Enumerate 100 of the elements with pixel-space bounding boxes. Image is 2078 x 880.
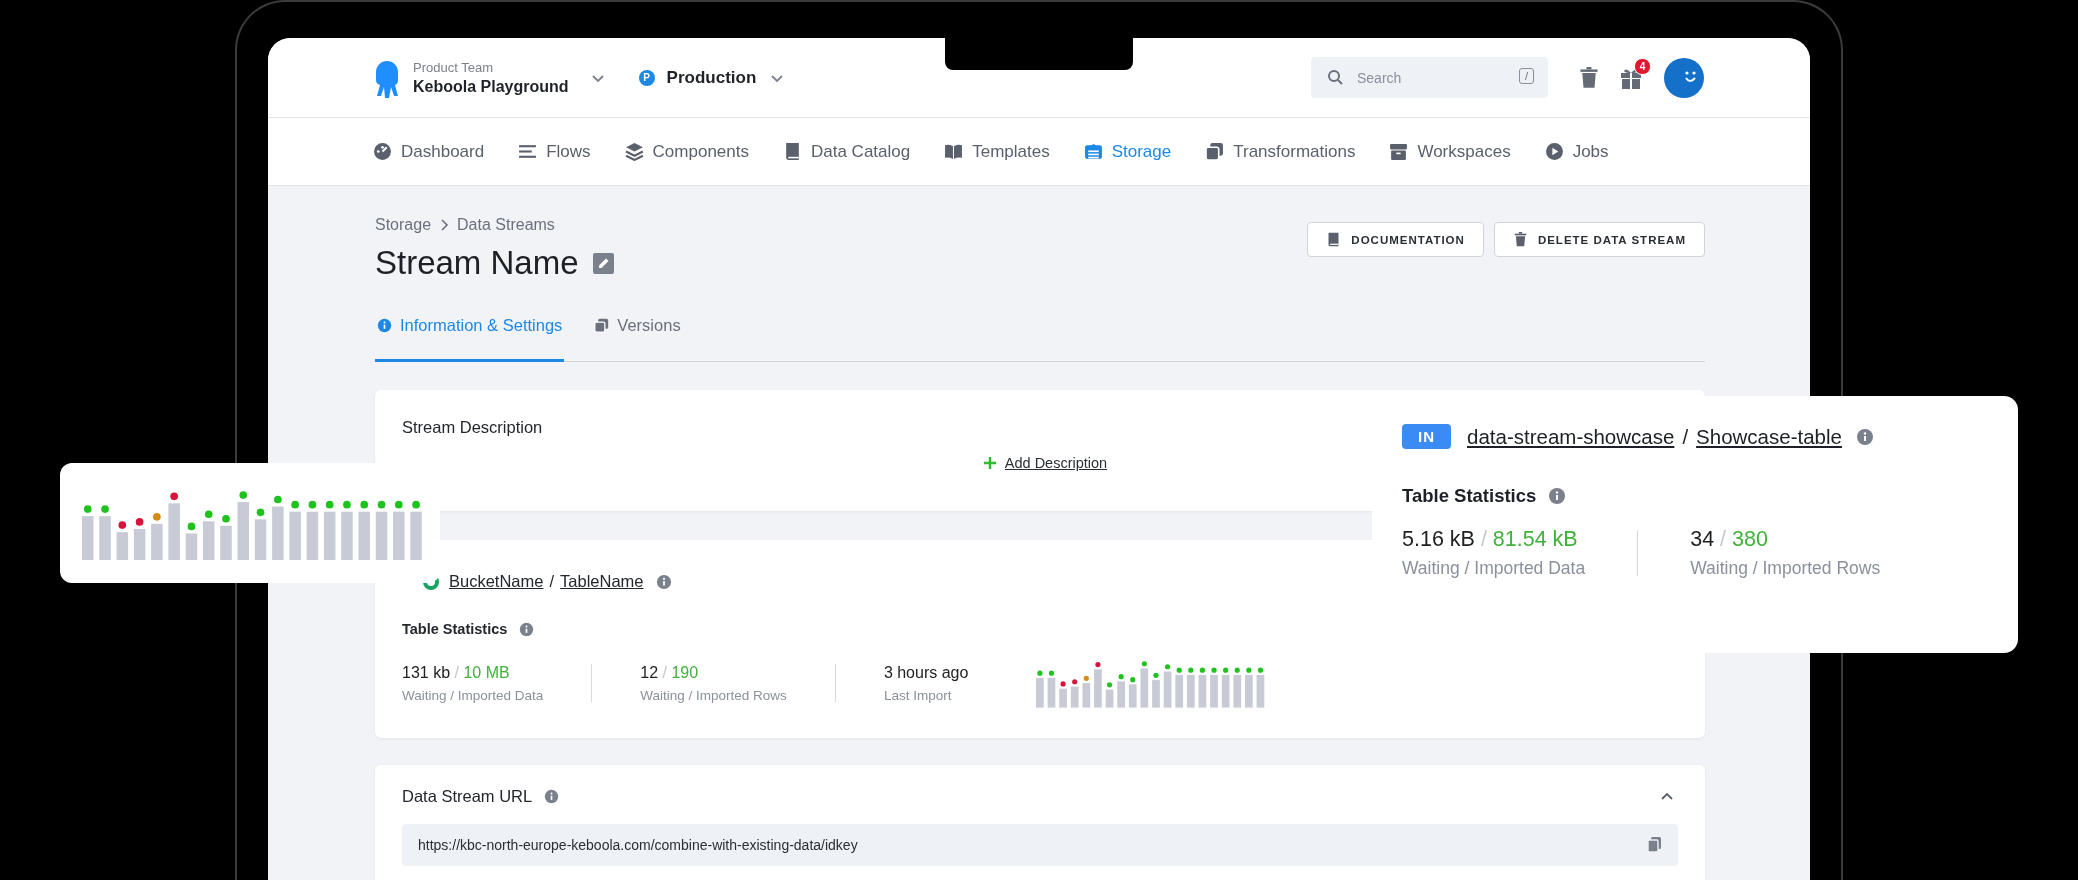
activity-bar xyxy=(168,503,180,560)
info-icon xyxy=(519,621,535,637)
book-icon xyxy=(1326,232,1342,247)
table-link[interactable]: Showcase-table xyxy=(1696,424,1842,449)
tab[interactable]: Information & Settings xyxy=(375,316,565,362)
activity-bar xyxy=(116,531,129,560)
environment-name[interactable]: Production xyxy=(666,67,757,88)
activity-bar xyxy=(151,523,163,560)
activity-bar xyxy=(202,520,215,560)
play-icon xyxy=(1544,142,1564,161)
direction-badge: IN xyxy=(1402,424,1451,449)
stat-value: 131 kb / 10 MB xyxy=(402,663,511,682)
activity-bar xyxy=(341,511,353,560)
info-icon xyxy=(655,573,672,590)
copy-icon[interactable] xyxy=(1647,836,1662,854)
trash-icon xyxy=(1512,232,1528,247)
activity-bar xyxy=(1059,688,1068,708)
info-icon xyxy=(1548,487,1567,505)
stat-value: 34 / 380 xyxy=(1690,527,1769,552)
info-icon xyxy=(377,318,392,333)
activity-bar xyxy=(1164,671,1172,708)
stats-title: Table Statistics xyxy=(402,621,508,637)
nav-item[interactable]: Storage xyxy=(1083,141,1172,162)
environment-badge: P xyxy=(638,69,655,86)
activity-bar xyxy=(358,511,370,560)
activity-bar xyxy=(1094,669,1103,708)
activity-bar xyxy=(306,511,319,560)
activity-bar xyxy=(1233,674,1242,708)
activity-bar xyxy=(185,533,198,560)
bucket-link[interactable]: BucketName xyxy=(449,572,544,591)
add-description-link[interactable]: Add Description xyxy=(1004,455,1108,471)
nav-item[interactable]: Templates xyxy=(944,141,1050,162)
avatar-icon[interactable] xyxy=(1664,57,1704,98)
nav-item[interactable]: Jobs xyxy=(1544,141,1609,162)
gauge-icon xyxy=(373,142,392,161)
card-title: Data Stream URL xyxy=(402,786,533,806)
activity-bar xyxy=(254,519,267,560)
tab[interactable]: Versions xyxy=(592,316,683,362)
activity-bar xyxy=(289,511,301,560)
stat-caption: Waiting / Imported Rows xyxy=(1690,558,1881,579)
activity-bar xyxy=(375,511,388,560)
activity-bar xyxy=(1048,677,1056,708)
layers-icon xyxy=(624,142,644,161)
stat-caption: Waiting / Imported Data xyxy=(1402,558,1586,579)
activity-bar xyxy=(1071,686,1079,708)
activity-bar xyxy=(1152,680,1161,708)
bucket-link[interactable]: data-stream-showcase xyxy=(1467,424,1675,449)
activity-bar xyxy=(1129,684,1137,708)
activity-bar xyxy=(1117,681,1126,708)
lines-icon xyxy=(518,142,538,161)
url-field[interactable]: https://kbc-north-europe-keboola.com/combine-with-existing-data/idkey xyxy=(402,823,1678,866)
activity-bar xyxy=(1210,674,1219,708)
stat-caption: Waiting / Imported Rows xyxy=(640,687,787,703)
activity-bar xyxy=(1106,689,1114,708)
nav-item[interactable]: Transformations xyxy=(1205,141,1356,162)
activity-bar xyxy=(1175,674,1184,708)
stat-value: 12 / 190 xyxy=(640,663,700,682)
open-book-icon xyxy=(944,142,964,161)
breadcrumb-link[interactable]: Data Streams xyxy=(457,216,555,234)
search-icon xyxy=(1327,69,1343,85)
activity-bar xyxy=(1257,674,1265,708)
nav-item[interactable]: Workspaces xyxy=(1389,141,1511,162)
activity-bar xyxy=(410,511,422,560)
nav-item[interactable]: Dashboard xyxy=(373,141,485,162)
path-separator: / xyxy=(549,572,555,591)
activity-bar xyxy=(272,506,284,560)
breadcrumb-link[interactable]: Storage xyxy=(375,216,432,234)
activity-bar xyxy=(237,501,250,560)
activity-bar xyxy=(1245,674,1254,708)
gift-icon[interactable] xyxy=(1620,66,1642,89)
activity-bar xyxy=(1140,668,1149,708)
info-icon xyxy=(1855,427,1874,446)
stats-title: Table Statistics xyxy=(1402,485,1537,507)
chevron-right-icon xyxy=(439,218,450,232)
activity-bar xyxy=(393,511,405,560)
edit-icon[interactable] xyxy=(592,252,614,274)
activity-bar xyxy=(323,511,336,560)
warehouse-icon xyxy=(1083,142,1103,161)
action-button[interactable]: DELETE DATA STREAM xyxy=(1493,222,1705,257)
activity-bar xyxy=(1187,674,1196,708)
action-button[interactable]: DOCUMENTATION xyxy=(1307,222,1484,257)
activity-bar xyxy=(1222,674,1230,708)
shortcut-key: / xyxy=(1518,68,1534,84)
activity-bar xyxy=(1036,677,1045,708)
info-icon xyxy=(544,788,560,804)
nav-item[interactable]: Flows xyxy=(518,141,591,162)
nav-item[interactable]: Data Catalog xyxy=(782,141,911,162)
trash-icon[interactable] xyxy=(1578,65,1600,90)
activity-bar xyxy=(82,515,94,560)
stat-value: 3 hours ago xyxy=(883,663,969,682)
stat-value: 5.16 kB / 81.54 kB xyxy=(1402,527,1579,552)
project-name: Keboola Playground xyxy=(413,77,569,96)
stat-caption: Waiting / Imported Data xyxy=(402,687,544,703)
box-icon xyxy=(1389,142,1409,161)
nav-item[interactable]: Components xyxy=(624,141,749,162)
activity-bar xyxy=(1198,674,1207,708)
plus-icon xyxy=(982,456,997,470)
activity-bar xyxy=(220,525,232,560)
team-label: Product Team xyxy=(413,59,494,75)
table-link[interactable]: TableName xyxy=(560,572,644,591)
